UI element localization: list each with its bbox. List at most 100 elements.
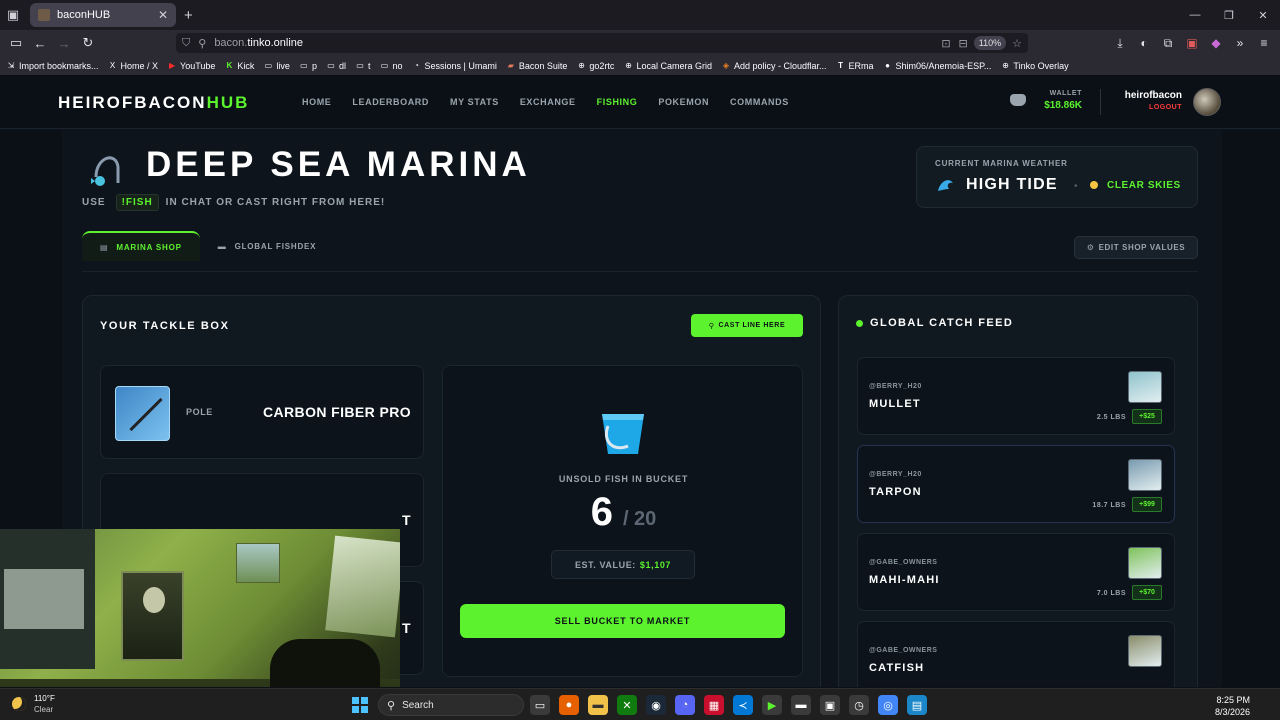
clock-app-icon[interactable]: ◷ — [849, 695, 869, 715]
notification-icon[interactable]: ▣ — [1180, 36, 1204, 50]
nav-commands[interactable]: COMMANDS — [730, 97, 789, 107]
catch-feed-item[interactable]: @BERRY_H20 TARPON 18.7 LBS +$99 — [857, 445, 1175, 523]
edit-shop-values-button[interactable]: ⚙ EDIT SHOP VALUES — [1074, 236, 1198, 259]
bookmark-folder[interactable]: ▭ dl — [326, 61, 346, 71]
discord-icon[interactable] — [1010, 94, 1026, 106]
back-button[interactable]: ← — [28, 30, 52, 56]
globe-icon: ⊕ — [1002, 61, 1009, 70]
weather-card: CURRENT MARINA WEATHER HIGH TIDE • CLEAR… — [916, 146, 1198, 208]
nav-leaderboard[interactable]: LEADERBOARD — [352, 97, 429, 107]
taskbar-weather[interactable]: 110°F Clear — [12, 694, 55, 714]
extension-icon[interactable]: ◆ — [1204, 36, 1228, 50]
bookmark-item[interactable]: ◔ Sessions | Umami — [412, 61, 497, 71]
window-icon[interactable]: ▣ — [820, 695, 840, 715]
nav-pokemon[interactable]: POKEMON — [658, 97, 709, 107]
bookmark-item[interactable]: K Kick — [224, 61, 255, 71]
steam-icon[interactable]: ◉ — [646, 695, 666, 715]
sell-bucket-button[interactable]: SELL BUCKET TO MARKET — [460, 604, 785, 638]
task-view-icon[interactable]: ▭ — [530, 695, 550, 715]
tab-marina-shop[interactable]: ▤ MARINA SHOP — [82, 231, 200, 261]
browser-tab[interactable]: baconHUB ✕ — [30, 3, 176, 27]
discord-app-icon[interactable]: ◔ — [675, 695, 695, 715]
zoom-level[interactable]: 110% — [973, 36, 1007, 50]
catch-feed-title: GLOBAL CATCH FEED — [856, 317, 1013, 329]
url-prefix: bacon. — [214, 37, 248, 49]
fish-thumbnail-icon — [1128, 459, 1162, 491]
bookmark-star-icon[interactable]: ☆ — [1012, 37, 1022, 50]
taskbar-search[interactable]: ⚲ Search — [378, 694, 524, 716]
screenshot-icon[interactable]: ⊡ — [941, 37, 950, 50]
reader-icon[interactable]: ⊟ — [959, 37, 968, 50]
bookmark-item[interactable]: ⇲ Import bookmarks... — [6, 61, 99, 71]
catch-feed-item[interactable]: @BERRY_H20 MULLET 2.5 LBS +$25 — [857, 357, 1175, 435]
vscode-icon[interactable]: ≺ — [733, 695, 753, 715]
bookmark-folder[interactable]: ▭ live — [263, 61, 290, 71]
bookmark-item[interactable]: ⊕ go2rtc — [576, 61, 614, 71]
site-header: HEIROFBACONHUB HOME LEADERBOARD MY STATS… — [0, 77, 1280, 129]
notepad-icon[interactable]: ▤ — [907, 695, 927, 715]
cast-line-button[interactable]: ⚲ CAST LINE HERE — [691, 314, 803, 337]
downloads-icon[interactable]: ⤓ — [1108, 36, 1132, 51]
system-clock[interactable]: 8:25 PM 8/3/2026 — [1215, 694, 1250, 718]
chrome-icon[interactable]: ◎ — [878, 695, 898, 715]
bookmark-item[interactable]: ⊕ Local Camera Grid — [623, 61, 712, 71]
logout-link[interactable]: LOGOUT — [1110, 104, 1182, 111]
shield-icon[interactable]: ⛉ — [182, 37, 190, 50]
windows-start-icon[interactable] — [352, 697, 368, 713]
bookmark-item[interactable]: ▶ YouTube — [167, 61, 215, 71]
overflow-icon[interactable]: » — [1228, 36, 1252, 50]
bookmark-item[interactable]: ● Shim06/Anemoia-ESP... — [883, 61, 991, 71]
catch-feed-item[interactable]: @GABE_OWNERS CATFISH — [857, 621, 1175, 687]
tab-list-icon[interactable]: ▣ — [0, 0, 26, 30]
fish-thumbnail-icon — [1128, 371, 1162, 403]
bookmark-folder[interactable]: ▭ no — [380, 61, 403, 71]
fishing-pole-icon — [91, 156, 120, 186]
site-info-icon[interactable]: ⚲ — [198, 37, 206, 50]
restore-icon[interactable]: ❐ — [1212, 0, 1246, 30]
tab-global-fishdex[interactable]: ▬ GLOBAL FISHDEX — [200, 231, 335, 261]
bookmark-item[interactable]: ▰ Bacon Suite — [506, 61, 568, 71]
account-icon[interactable]: ◐ — [1132, 36, 1156, 50]
file-explorer-icon[interactable]: ▬ — [588, 695, 608, 715]
forward-button[interactable]: → — [52, 30, 76, 56]
avatar[interactable] — [1193, 88, 1221, 116]
bucket-icon — [602, 414, 644, 454]
bookmark-item[interactable]: ⊕ Tinko Overlay — [1000, 61, 1069, 71]
catch-feed-item[interactable]: @GABE_OWNERS MAHI-MAHI 7.0 LBS +$70 — [857, 533, 1175, 611]
new-tab-button[interactable]: + — [184, 7, 193, 24]
menu-icon[interactable]: ≡ — [1252, 36, 1276, 50]
catch-weight: 18.7 LBS — [1092, 502, 1126, 509]
nav-home[interactable]: HOME — [302, 97, 331, 107]
xbox-icon[interactable]: ✕ — [617, 695, 637, 715]
bookmark-item[interactable]: ◈ Add policy - Cloudflar... — [721, 61, 827, 71]
address-bar[interactable]: ⛉ ⚲ bacon. tinko.online ⊡ ⊟ 110% ☆ — [176, 33, 1028, 53]
username: heirofbacon — [1124, 90, 1182, 101]
book-icon: ▬ — [217, 241, 227, 251]
tab-title: baconHUB — [57, 9, 111, 21]
tackle-slot-pole[interactable]: POLE CARBON FIBER PRO — [100, 365, 424, 459]
run-icon[interactable]: ▶ — [762, 695, 782, 715]
app-icon[interactable]: ▦ — [704, 695, 724, 715]
bookmark-item[interactable]: T ERma — [836, 61, 873, 71]
reload-button[interactable]: ↻ — [76, 30, 100, 56]
close-window-icon[interactable]: ✕ — [1246, 0, 1280, 30]
nav-exchange[interactable]: EXCHANGE — [520, 97, 576, 107]
minimize-icon[interactable]: — — [1178, 0, 1212, 30]
tab-favicon — [38, 9, 50, 21]
bucket-card: UNSOLD FISH IN BUCKET 6 / 20 EST. VALUE: $… — [442, 365, 803, 677]
sidebar-toggle-icon[interactable]: ▭ — [4, 30, 28, 56]
site-logo[interactable]: HEIROFBACONHUB — [58, 93, 249, 113]
extensions-icon[interactable]: ⧉ — [1156, 36, 1180, 51]
nav-my-stats[interactable]: MY STATS — [450, 97, 499, 107]
terminal-icon[interactable]: ▬ — [791, 695, 811, 715]
bookmark-item[interactable]: X Home / X — [108, 61, 158, 71]
nav-fishing[interactable]: FISHING — [597, 97, 638, 107]
firefox-icon[interactable]: ● — [559, 695, 579, 715]
catch-user: @GABE_OWNERS — [869, 647, 938, 654]
bookmark-folder[interactable]: ▭ p — [299, 61, 317, 71]
close-tab-icon[interactable]: ✕ — [158, 8, 168, 22]
weather-label: CURRENT MARINA WEATHER — [935, 159, 1068, 168]
import-icon: ⇲ — [7, 61, 15, 70]
bookmark-folder[interactable]: ▭ t — [355, 61, 370, 71]
folder-icon: ▭ — [264, 61, 273, 70]
